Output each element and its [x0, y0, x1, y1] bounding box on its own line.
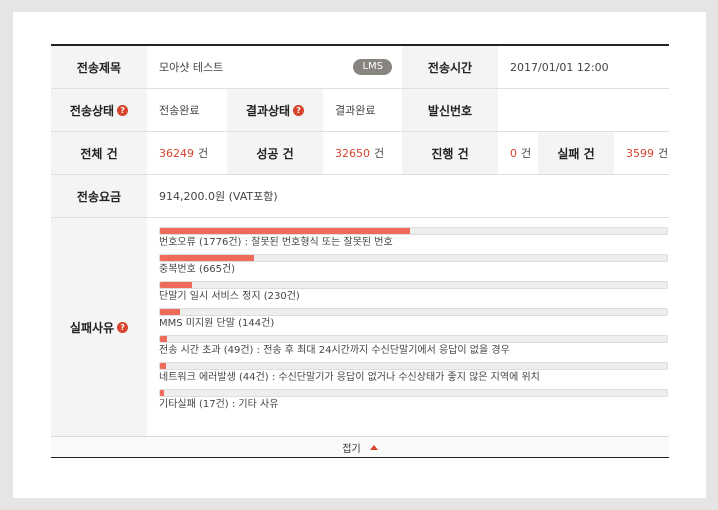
failure-reason-list: 번호오류 (1776건) : 잘못된 번호형식 또는 잘못된 번호 중복번호 (… — [147, 218, 669, 436]
failure-reason-item: MMS 미지원 단말 (144건) — [159, 308, 669, 331]
status-help-icon[interactable]: ? — [117, 104, 129, 116]
fail-cell: 3599 건 — [626, 146, 669, 161]
failure-reason-label: 중복번호 (665건) — [159, 264, 236, 275]
failure-bar-fill — [160, 255, 254, 261]
success-header: 성공 건 — [227, 132, 323, 174]
failure-reason-label: 단말기 일시 서비스 정지 (230건) — [159, 291, 300, 302]
success-count: 32650 — [335, 146, 370, 160]
failure-bar-track — [159, 308, 668, 316]
failure-bar-fill — [160, 390, 165, 396]
failure-help-icon[interactable]: ? — [117, 321, 129, 333]
collapse-label: 접기 — [342, 443, 361, 455]
result-value: 결과완료 — [335, 104, 376, 117]
progress-cell: 0건 — [510, 146, 532, 161]
result-help-icon[interactable]: ? — [293, 104, 305, 116]
failure-bar-track — [159, 227, 668, 235]
failure-reason-item: 기타실패 (17건) : 기타 사유 — [159, 389, 669, 412]
failure-reason-item: 전송 시간 초과 (49건) : 전송 후 최대 24시간까지 수신단말기에서 … — [159, 335, 669, 358]
fail-count: 3599 — [626, 146, 654, 160]
row-counts: 전체 건 36249 건 성공 건 32650 건 진행 건 0건 실패 건 359… — [51, 132, 669, 175]
failure-bar-fill — [160, 363, 167, 369]
progress-count: 0 — [510, 146, 517, 160]
failure-bar-track — [159, 389, 668, 397]
row-status: 전송상태? 전송완료 결과상태? 결과완료 발신번호 — [51, 89, 669, 132]
result-card: 전송제목 모아샷 테스트 LMS 전송시간 2017/01/01 12:00 전… — [13, 12, 706, 498]
failure-bar-fill — [160, 309, 181, 315]
caret-up-icon — [369, 444, 378, 450]
row-failure-reasons: 실패사유? 번호오류 (1776건) : 잘못된 번호형식 또는 잘못된 번호 … — [51, 218, 669, 437]
sender-value — [498, 89, 510, 131]
failure-reason-label: 기타실패 (17건) : 기타 사유 — [159, 399, 279, 410]
status-value: 전송완료 — [159, 104, 200, 117]
failure-bar-track — [159, 281, 668, 289]
failure-reason-item: 단말기 일시 서비스 정지 (230건) — [159, 281, 669, 304]
result-header: 결과상태? — [227, 89, 323, 131]
failure-header: 실패사유? — [51, 218, 147, 436]
success-cell: 32650 건 — [335, 146, 385, 161]
failure-reason-label: 네트워크 에러발생 (44건) : 수신단말기가 응답이 없거나 수신상태가 좋… — [159, 372, 540, 383]
row-title: 전송제목 모아샷 테스트 LMS 전송시간 2017/01/01 12:00 — [51, 46, 669, 89]
failure-bar-track — [159, 254, 668, 262]
progress-header: 진행 건 — [402, 132, 498, 174]
title-cell: 모아샷 테스트 LMS — [147, 46, 402, 88]
title-value: 모아샷 테스트 — [159, 61, 224, 74]
failure-bar-fill — [160, 336, 167, 342]
failure-bar-fill — [160, 282, 193, 288]
fail-header: 실패 건 — [538, 132, 614, 174]
failure-reason-item: 네트워크 에러발생 (44건) : 수신단말기가 응답이 없거나 수신상태가 좋… — [159, 362, 669, 385]
send-result-table: 전송제목 모아샷 테스트 LMS 전송시간 2017/01/01 12:00 전… — [51, 44, 669, 458]
failure-bar-fill — [160, 228, 411, 234]
title-header: 전송제목 — [51, 46, 147, 88]
time-header: 전송시간 — [402, 46, 498, 88]
failure-bar-track — [159, 335, 668, 343]
row-fee: 전송요금 914,200.0원 (VAT포함) — [51, 175, 669, 218]
failure-reason-item: 번호오류 (1776건) : 잘못된 번호형식 또는 잘못된 번호 — [159, 227, 669, 250]
status-header: 전송상태? — [51, 89, 147, 131]
sender-header: 발신번호 — [402, 89, 498, 131]
failure-reason-label: MMS 미지원 단말 (144건) — [159, 318, 275, 329]
failure-reason-item: 중복번호 (665건) — [159, 254, 669, 277]
failure-bar-track — [159, 362, 668, 370]
fee-header: 전송요금 — [51, 175, 147, 217]
time-value: 2017/01/01 12:00 — [510, 60, 609, 74]
message-type-badge: LMS — [353, 59, 392, 75]
collapse-button[interactable]: 접기 — [51, 437, 669, 457]
failure-reason-label: 번호오류 (1776건) : 잘못된 번호형식 또는 잘못된 번호 — [159, 237, 393, 248]
total-header: 전체 건 — [51, 132, 147, 174]
total-count: 36249 — [159, 146, 194, 160]
fee-value: 914,200.0원 (VAT포함) — [159, 190, 278, 203]
total-cell: 36249 건 — [159, 146, 209, 161]
failure-reason-label: 전송 시간 초과 (49건) : 전송 후 최대 24시간까지 수신단말기에서 … — [159, 345, 510, 356]
